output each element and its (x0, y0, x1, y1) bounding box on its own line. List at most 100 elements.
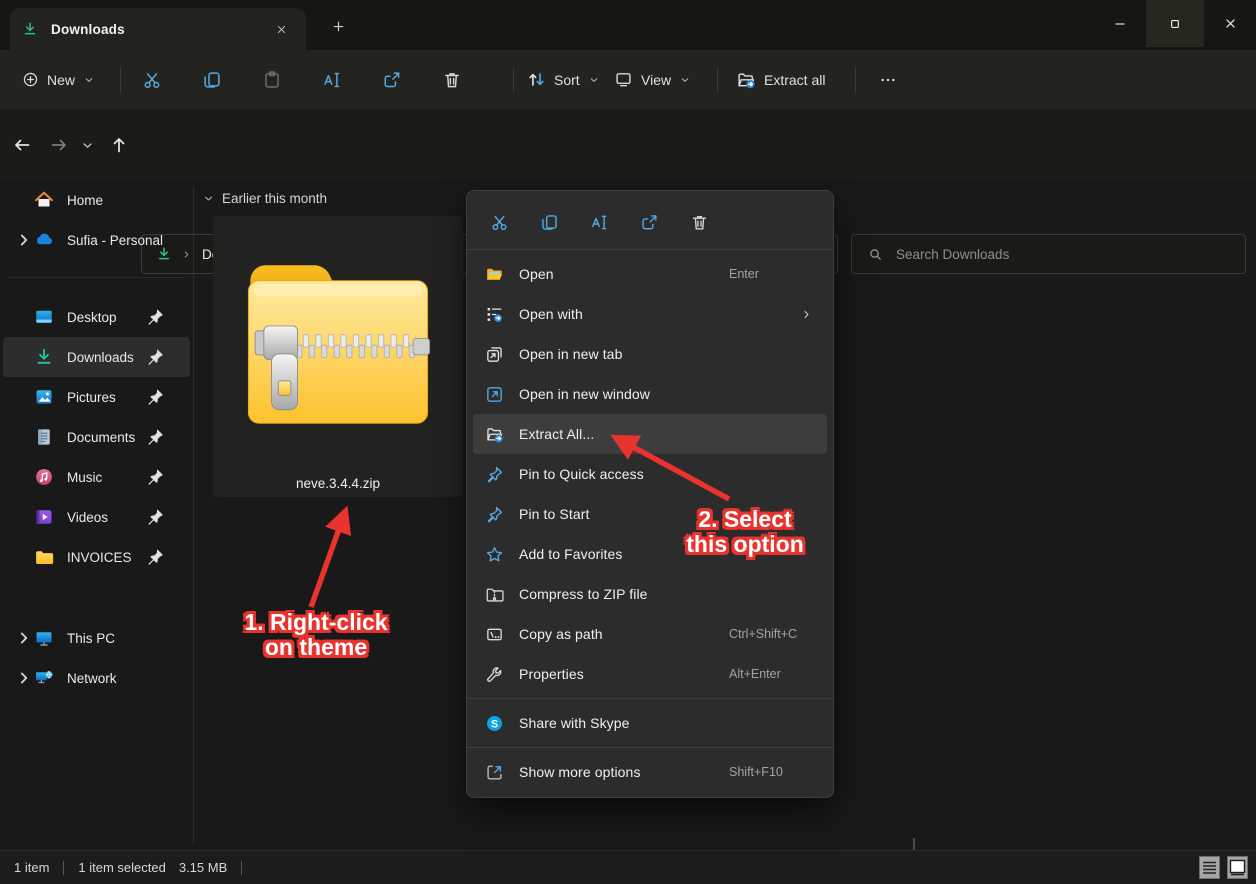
context-menu-item[interactable]: Pin to Quick access (473, 454, 827, 494)
menu-item-icon (485, 465, 504, 484)
new-button[interactable]: New (22, 50, 95, 109)
sort-button[interactable]: Sort (527, 50, 600, 109)
context-menu-item[interactable]: Properties Alt+Enter (473, 654, 827, 694)
share-button[interactable] (371, 59, 413, 101)
tab-close-button[interactable] (268, 16, 294, 42)
file-item-zip[interactable]: neve.3.4.4.zip (213, 216, 463, 497)
sidebar-item-icon (34, 668, 54, 688)
sidebar-item[interactable]: This PC (3, 618, 190, 658)
back-button[interactable] (12, 135, 32, 155)
shortcut-hint: Shift+F10 (729, 765, 783, 779)
ellipsis-icon (879, 71, 897, 89)
rename-button[interactable] (311, 59, 353, 101)
forward-button[interactable] (49, 135, 69, 155)
quick-action-button[interactable] (631, 205, 667, 239)
sidebar-item[interactable]: Pictures (3, 377, 190, 417)
expand-chevron-icon[interactable] (14, 668, 34, 688)
sidebar-item[interactable]: Documents (3, 417, 190, 457)
recent-locations-chevron[interactable] (80, 138, 95, 153)
sidebar-item[interactable]: Downloads (3, 337, 190, 377)
share-icon (382, 70, 402, 90)
collapse-chevron-icon[interactable] (202, 192, 215, 205)
pin-icon (145, 547, 165, 567)
address-row: Downloads (0, 109, 1256, 180)
menu-item-icon (485, 305, 504, 324)
context-menu-item[interactable]: Pin to Start (473, 494, 827, 534)
context-menu-item[interactable]: Extract All... (473, 414, 827, 454)
pin-icon (145, 347, 165, 367)
sidebar-item[interactable]: Network (3, 658, 190, 698)
submenu-chevron-icon (800, 308, 813, 321)
context-menu-item[interactable]: Show more options Shift+F10 (473, 752, 827, 792)
expand-chevron-icon[interactable] (14, 628, 34, 648)
download-icon (22, 21, 38, 37)
details-view-toggle[interactable] (1199, 856, 1220, 879)
see-more-button[interactable] (867, 59, 909, 101)
shortcut-hint: Ctrl+Shift+C (729, 627, 797, 641)
menu-item-icon (485, 763, 504, 782)
sidebar-item-icon (34, 387, 54, 407)
sidebar-item[interactable]: Home (3, 180, 190, 220)
quick-action-button[interactable] (581, 205, 617, 239)
quick-action-icon (690, 213, 709, 232)
scrollbar[interactable] (913, 838, 915, 850)
menu-divider (467, 698, 833, 699)
menu-item-icon (485, 265, 504, 284)
context-menu-item[interactable]: Copy as path Ctrl+Shift+C (473, 614, 827, 654)
tab-downloads[interactable]: Downloads (10, 8, 306, 50)
context-menu-item[interactable]: Open in new tab (473, 334, 827, 374)
sidebar-item[interactable]: INVOICES (3, 537, 190, 577)
copy-button[interactable] (191, 59, 233, 101)
sidebar-item-icon (34, 427, 54, 447)
status-bar: 1 item 1 item selected 3.15 MB (0, 850, 1256, 884)
pin-icon (145, 507, 165, 527)
sidebar-item-icon (34, 507, 54, 527)
context-menu-item[interactable]: Open with (473, 294, 827, 334)
navigation-pane: Home Sufia - Personal Desktop (0, 180, 193, 850)
file-name: neve.3.4.4.zip (213, 476, 463, 491)
zip-folder-icon (227, 246, 449, 429)
minimize-button[interactable] (1094, 0, 1146, 47)
context-menu-item[interactable]: Compress to ZIP file (473, 574, 827, 614)
quick-action-button[interactable] (481, 205, 517, 239)
up-button[interactable] (109, 135, 129, 155)
thumbnail-view-toggle[interactable] (1227, 856, 1248, 879)
quick-action-button[interactable] (681, 205, 717, 239)
context-menu-item[interactable]: Share with Skype (473, 703, 827, 743)
context-menu-item[interactable]: Open in new window (473, 374, 827, 414)
sidebar-item[interactable]: Desktop (3, 297, 190, 337)
sidebar-item-icon (34, 628, 54, 648)
expand-chevron-icon[interactable] (14, 230, 34, 250)
sidebar-item[interactable]: Videos (3, 497, 190, 537)
view-button[interactable]: View (614, 50, 691, 109)
extract-label: Extract all (764, 72, 825, 88)
command-bar: New Sort View Extract all (0, 50, 1256, 109)
chevron-down-icon (679, 74, 691, 86)
sidebar-item-icon (34, 307, 54, 327)
tab-title: Downloads (51, 22, 268, 37)
quick-action-icon (590, 213, 609, 232)
context-menu-item[interactable]: Open Enter (473, 254, 827, 294)
close-button[interactable] (1204, 0, 1256, 47)
menu-item-icon (485, 585, 504, 604)
new-tab-button[interactable] (326, 14, 350, 38)
context-menu-item[interactable]: Add to Favorites (473, 534, 827, 574)
group-header[interactable]: Earlier this month (202, 191, 327, 206)
extract-all-button[interactable]: Extract all (736, 50, 825, 109)
sidebar-item[interactable]: Music (3, 457, 190, 497)
scissors-icon (142, 70, 162, 90)
chevron-down-icon (588, 74, 600, 86)
sidebar-item[interactable]: Sufia - Personal (3, 220, 190, 260)
quick-actions-row (467, 199, 833, 245)
pin-icon (145, 387, 165, 407)
pin-icon (145, 427, 165, 447)
menu-divider (467, 747, 833, 748)
sort-icon (527, 70, 546, 89)
maximize-button[interactable] (1146, 0, 1204, 47)
cut-button[interactable] (131, 59, 173, 101)
menu-item-icon (485, 425, 504, 444)
delete-button[interactable] (431, 59, 473, 101)
quick-action-button[interactable] (531, 205, 567, 239)
plus-circle-icon (22, 71, 39, 88)
paste-button[interactable] (251, 59, 293, 101)
